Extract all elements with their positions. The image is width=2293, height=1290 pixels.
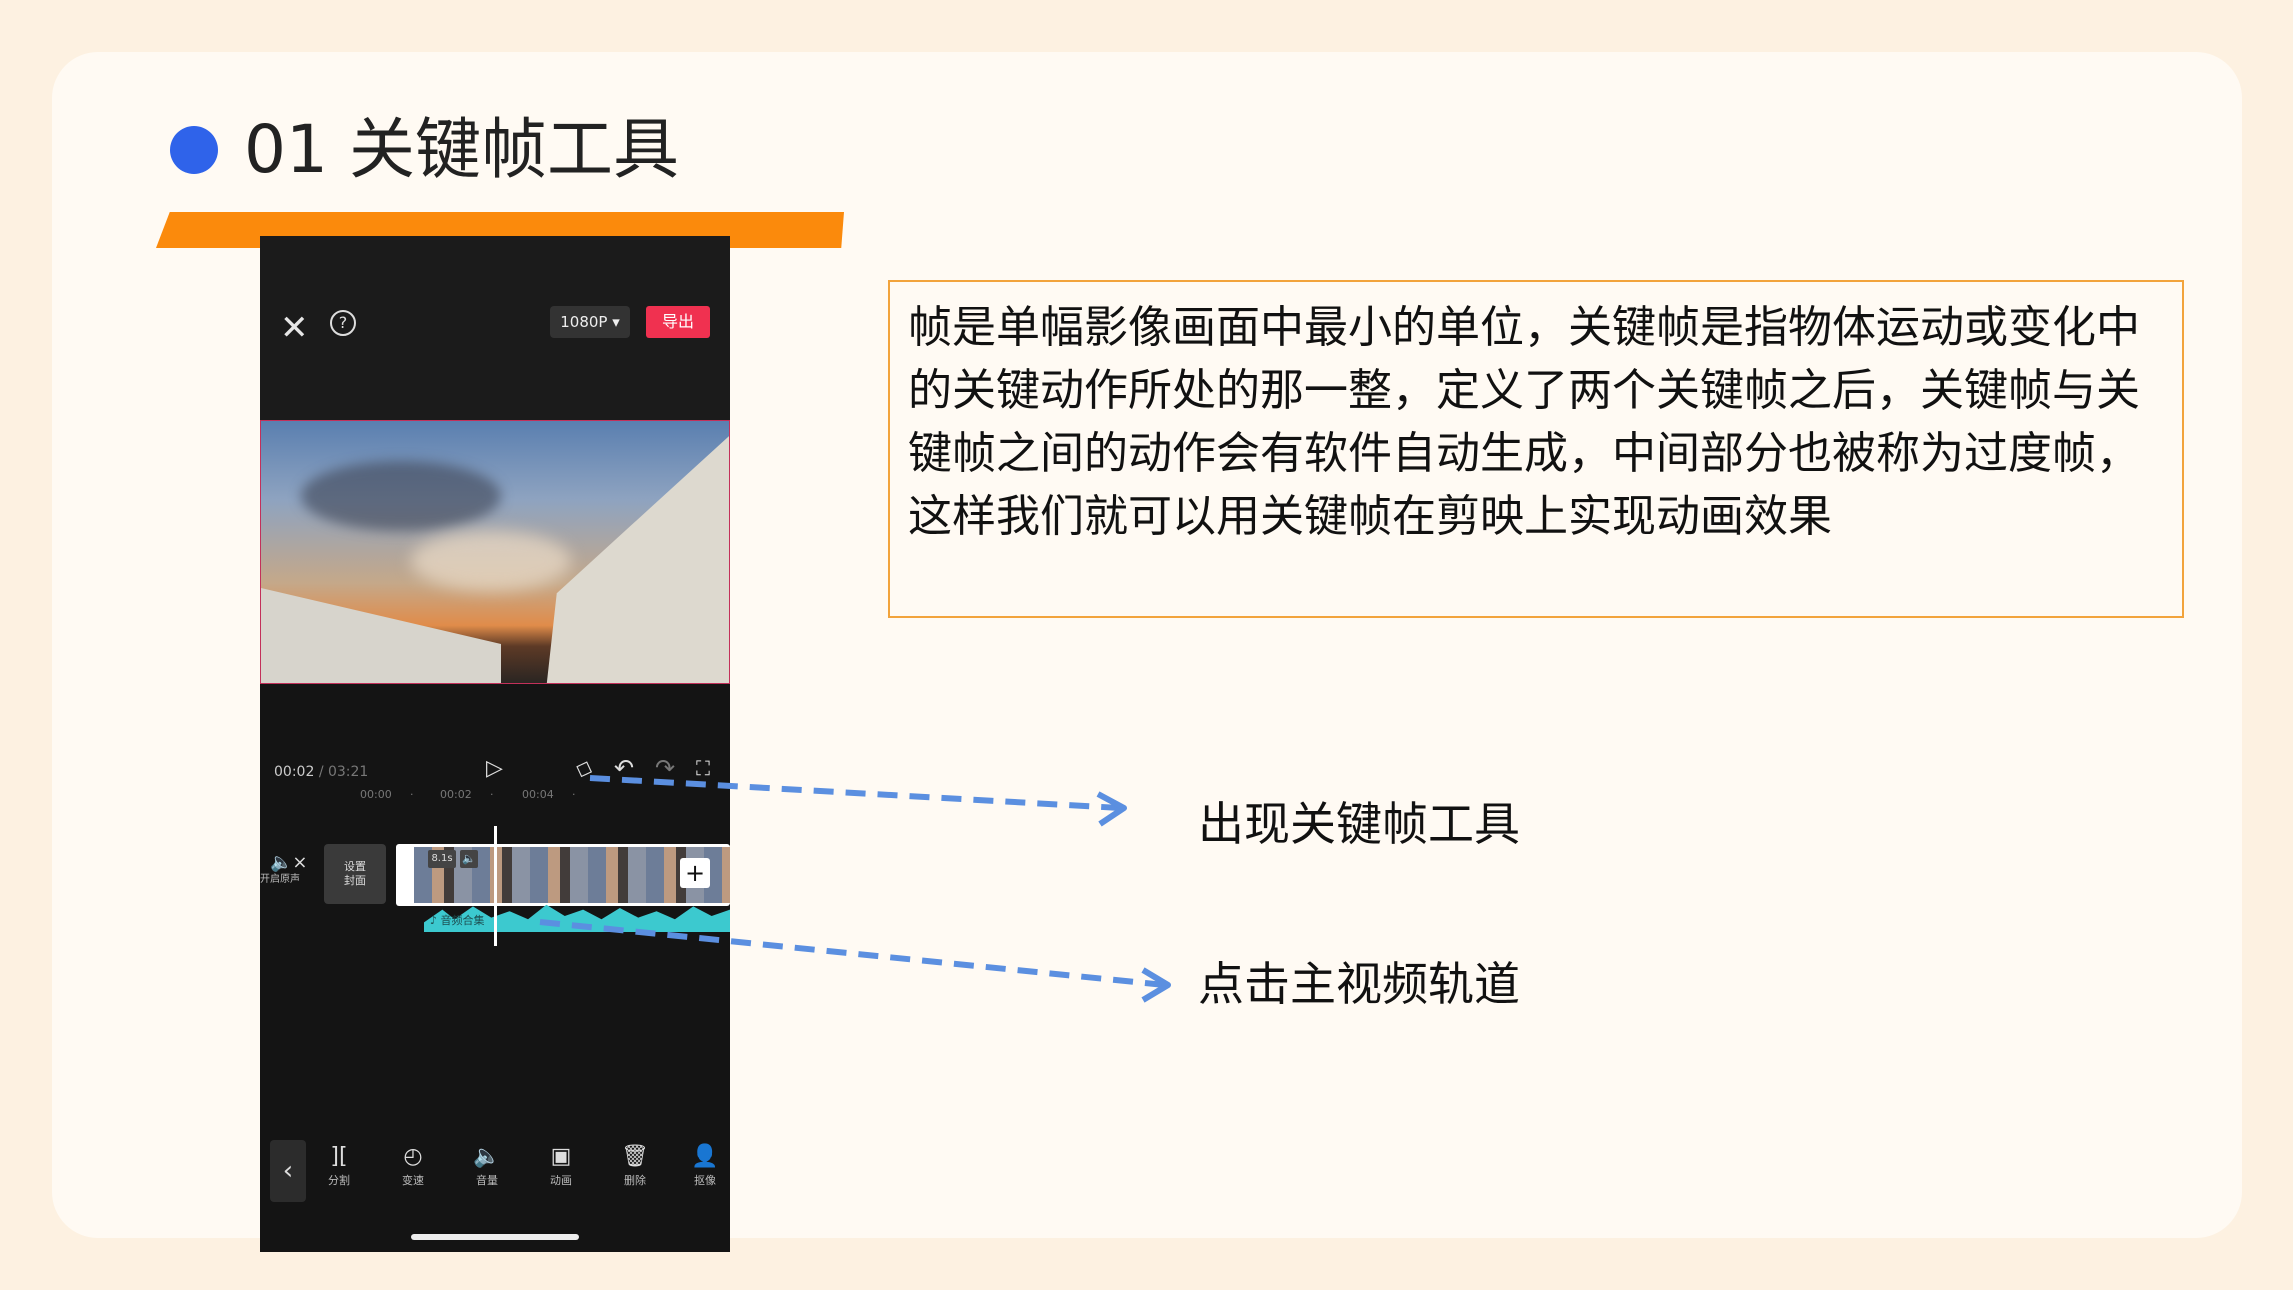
cloud-dark bbox=[301, 461, 501, 531]
resolution-button[interactable]: 1080P ▾ bbox=[550, 306, 630, 338]
tool-label: 动画 bbox=[550, 1174, 572, 1187]
keyframe-icon[interactable]: ◇ bbox=[572, 754, 596, 783]
clip-volume-icon: 🔈 bbox=[460, 850, 478, 868]
clip-duration-badge: 8.1s bbox=[428, 850, 456, 868]
tool-label: 变速 bbox=[402, 1174, 424, 1187]
redo-icon[interactable]: ↷ bbox=[655, 754, 675, 782]
cutout-icon: 👤 bbox=[691, 1144, 719, 1169]
description-box: 帧是单幅影像画面中最小的单位，关键帧是指物体运动或变化中的关键动作所处的那一整，… bbox=[888, 280, 2184, 618]
ruler-mark: 00:04 bbox=[522, 788, 554, 801]
callout-keyframe-tool: 出现关键帧工具 bbox=[1198, 797, 1520, 851]
animation-icon: ▣ bbox=[550, 1144, 572, 1169]
video-preview[interactable] bbox=[260, 420, 730, 684]
play-icon[interactable]: ▷ bbox=[486, 756, 503, 781]
ruler-mark: · bbox=[490, 788, 494, 801]
close-icon[interactable]: ✕ bbox=[280, 308, 309, 348]
current-time: 00:02 bbox=[274, 764, 315, 780]
add-clip-button[interactable]: + bbox=[680, 858, 710, 888]
mute-label: 开启原声 bbox=[260, 874, 300, 885]
ruler-mark: 00:00 bbox=[360, 788, 392, 801]
audio-track-label: ♪ 音频合集 bbox=[430, 914, 485, 927]
tool-label: 音量 bbox=[476, 1174, 498, 1187]
ruler-mark: 00:02 bbox=[440, 788, 472, 801]
slide-title: 01 关键帧工具 bbox=[244, 111, 679, 188]
title-bullet bbox=[170, 126, 218, 174]
tool-label: 删除 bbox=[624, 1174, 646, 1187]
toolbar-back-button[interactable]: ‹ bbox=[270, 1140, 306, 1202]
export-button[interactable]: 导出 bbox=[646, 306, 710, 338]
tool-label: 分割 bbox=[328, 1174, 350, 1187]
tool-delete[interactable]: 🗑 删除 bbox=[610, 1142, 660, 1188]
undo-icon[interactable]: ↶ bbox=[614, 754, 634, 782]
ruler-mark: · bbox=[572, 788, 576, 801]
split-icon: ][ bbox=[330, 1144, 348, 1169]
fullscreen-icon[interactable]: ⛶ bbox=[696, 756, 710, 780]
delete-icon: 🗑 bbox=[621, 1144, 649, 1169]
home-indicator bbox=[411, 1234, 579, 1240]
tool-label: 抠像 bbox=[694, 1174, 716, 1187]
cover-label-line1: 设置 bbox=[344, 860, 366, 873]
cover-label-line2: 封面 bbox=[344, 874, 366, 887]
phone-screenshot: ✕ ? 1080P ▾ 导出 00:02 / 03:21 ▷ ◇ ↶ ↷ ⛶ 0… bbox=[260, 236, 730, 1252]
speed-icon: ◴ bbox=[403, 1144, 423, 1169]
total-time: 03:21 bbox=[327, 764, 369, 780]
cloud-light bbox=[411, 531, 571, 591]
tool-split[interactable]: ][ 分割 bbox=[314, 1142, 364, 1188]
tool-volume[interactable]: 🔈 音量 bbox=[462, 1142, 512, 1188]
callout-main-track: 点击主视频轨道 bbox=[1198, 957, 1520, 1011]
tool-cutout[interactable]: 👤 抠像 bbox=[680, 1142, 730, 1188]
playhead[interactable] bbox=[494, 826, 497, 946]
volume-icon: 🔈 bbox=[473, 1144, 501, 1169]
playback-time: 00:02 / 03:21 bbox=[274, 764, 368, 780]
tool-speed[interactable]: ◴ 变速 bbox=[388, 1142, 438, 1188]
set-cover-button[interactable]: 设置 封面 bbox=[324, 844, 386, 904]
time-separator: / bbox=[318, 764, 324, 780]
tool-animation[interactable]: ▣ 动画 bbox=[536, 1142, 586, 1188]
help-icon[interactable]: ? bbox=[330, 310, 356, 336]
ruler-mark: · bbox=[410, 788, 414, 801]
